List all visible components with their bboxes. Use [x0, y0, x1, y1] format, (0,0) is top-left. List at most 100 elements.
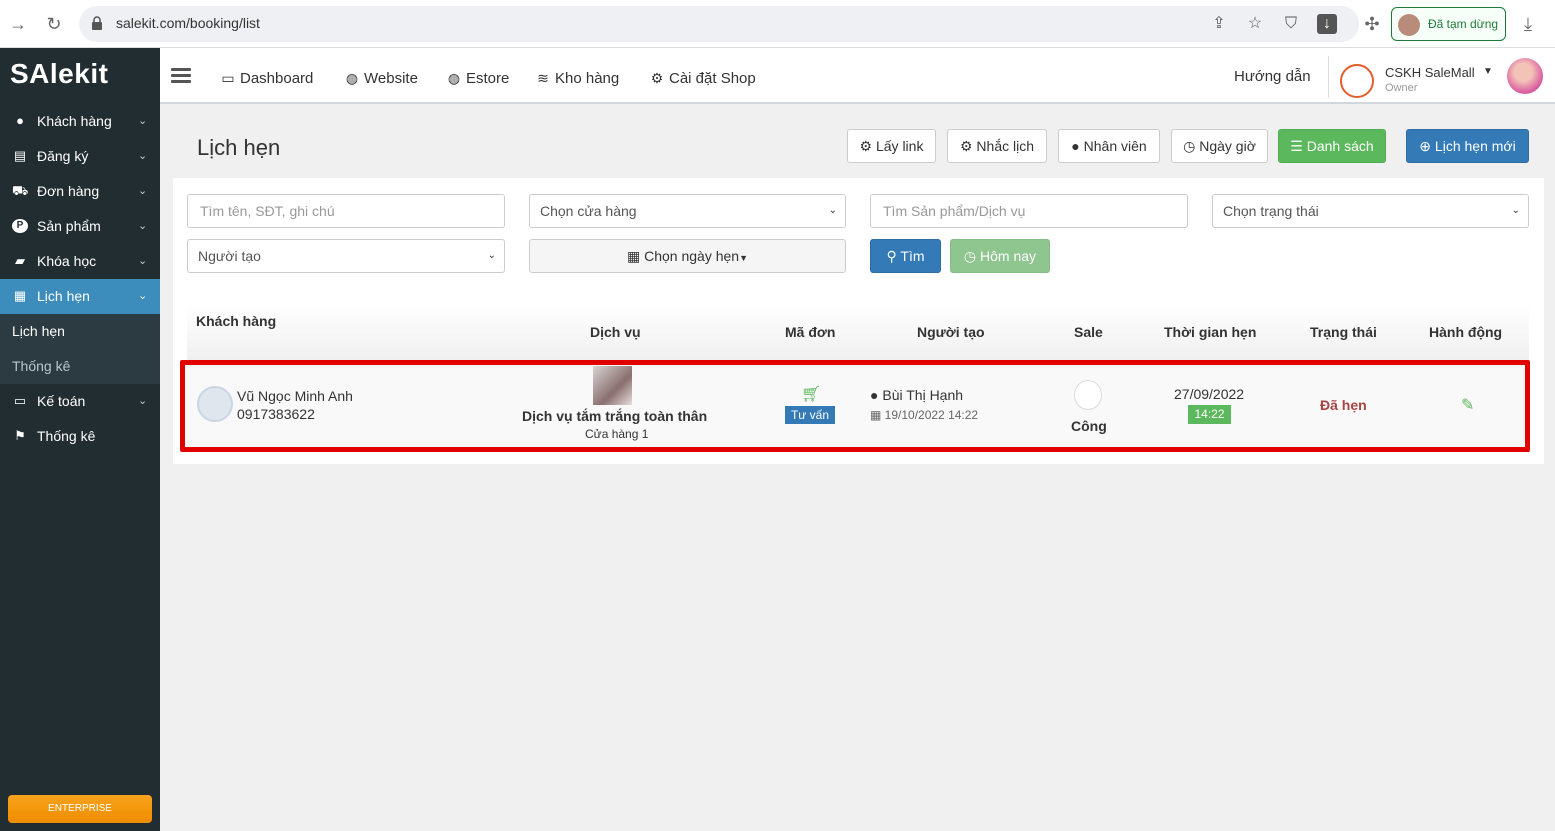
select-value: Chọn trạng thái — [1223, 203, 1319, 219]
sidebar-item-products[interactable]: P Sản phẩm ⌄ — [0, 209, 160, 244]
share-icon[interactable]: ⇪ — [1209, 14, 1229, 34]
button-label: Hôm nay — [980, 248, 1037, 264]
reload-icon[interactable]: ↻ — [42, 12, 66, 36]
monitor-icon: ▭ — [221, 70, 235, 86]
sidebar-item-statistics[interactable]: ⚑ Thống kê — [0, 419, 160, 454]
sidebar: SAlekit ● Khách hàng ⌄ ▤ Đăng ký ⌄ ⛟ Đơn… — [0, 48, 160, 831]
status-select[interactable]: Chọn trạng thái ⌄ — [1212, 194, 1529, 228]
get-link-button[interactable]: ⚙ Lấy link — [847, 129, 936, 163]
list-view-button[interactable]: ☰ Danh sách — [1278, 129, 1386, 163]
col-header-order: Mã đơn — [785, 324, 836, 340]
date-picker-button[interactable]: ▦ Chọn ngày hẹn▼ — [529, 239, 846, 273]
product-search-input[interactable]: Tìm Sản phẩm/Dịch vụ — [870, 194, 1188, 228]
topnav-shop-settings[interactable]: ⚙ Cài đặt Shop — [649, 70, 756, 87]
select-value: Chọn cửa hàng — [540, 203, 637, 219]
gear-icon: ⚙ — [650, 70, 664, 86]
profile-avatar — [1398, 14, 1420, 36]
button-label: Tìm — [900, 248, 925, 264]
sidebar-item-appointments[interactable]: ▦ Lịch hẹn ⌄ — [0, 279, 160, 314]
globe-icon: ◍ — [447, 70, 461, 86]
date-label: Chọn ngày hẹn — [644, 248, 740, 264]
sidebar-item-label: Khóa học — [37, 253, 97, 269]
star-icon[interactable]: ☆ — [1245, 14, 1265, 34]
topnav-label: Cài đặt Shop — [669, 70, 756, 87]
button-label: Nhân viên — [1083, 138, 1147, 154]
datetime-button[interactable]: ◷ Ngày giờ — [1171, 129, 1268, 163]
globe-icon: ◍ — [345, 70, 359, 86]
search-icon: ⚲ — [886, 248, 901, 264]
col-header-service: Dịch vụ — [590, 324, 641, 340]
downloads-icon[interactable]: ⤓ — [1516, 12, 1540, 36]
list-icon: ☰ — [1290, 138, 1307, 154]
staff-button[interactable]: ● Nhân viên — [1058, 129, 1160, 163]
button-label: Lấy link — [875, 138, 924, 154]
profile-paused-button[interactable]: Đã tạm dừng — [1391, 7, 1506, 41]
sidebar-subitem-label: Lịch hẹn — [12, 323, 65, 339]
flag-icon: ⚑ — [14, 428, 26, 443]
menu-toggle-icon[interactable] — [171, 68, 191, 84]
user-icon: ● — [1071, 138, 1084, 154]
sidebar-submenu: Lịch hẹn Thống kê — [0, 314, 160, 384]
button-label: Nhắc lịch — [976, 138, 1035, 154]
search-button[interactable]: ⚲ Tìm — [870, 239, 941, 273]
clock-icon: ◷ — [963, 248, 981, 264]
cart-icon: ⛟ — [12, 183, 29, 198]
topnav-dashboard[interactable]: ▭ Dashboard — [220, 70, 313, 87]
sidebar-item-accounting[interactable]: ▭ Kế toán ⌄ — [0, 384, 160, 419]
chevron-down-icon: ⌄ — [138, 185, 148, 197]
sidebar-subitem-label: Thống kê — [12, 358, 71, 374]
guide-link[interactable]: Hướng dẫn — [1234, 68, 1311, 85]
col-header-creator: Người tạo — [917, 324, 985, 340]
address-bar[interactable]: salekit.com/booking/list ⇪ ☆ ⛉ ↓ — [79, 6, 1359, 42]
sidebar-item-label: Đăng ký — [37, 148, 89, 164]
store-select[interactable]: Chọn cửa hàng ⌄ — [529, 194, 846, 228]
sidebar-item-orders[interactable]: ⛟ Đơn hàng ⌄ — [0, 174, 160, 209]
sidebar-item-courses[interactable]: ▰ Khóa học ⌄ — [0, 244, 160, 279]
col-header-sale: Sale — [1074, 324, 1103, 340]
caret-down-icon[interactable]: ▼ — [1483, 66, 1493, 77]
sidebar-item-label: Thống kê — [37, 428, 96, 444]
topnav-label: Website — [364, 70, 418, 87]
sidebar-subitem-stats[interactable]: Thống kê — [0, 349, 160, 384]
calendar-icon: ▦ — [626, 248, 645, 264]
sidebar-item-label: Khách hàng — [37, 113, 112, 129]
sidebar-item-customers[interactable]: ● Khách hàng ⌄ — [0, 104, 160, 139]
chevron-down-icon: ⌄ — [138, 150, 148, 162]
search-input[interactable]: Tìm tên, SĐT, ghi chú — [187, 194, 505, 228]
sidebar-item-label: Đơn hàng — [37, 183, 100, 199]
topnav-estore[interactable]: ◍ Estore — [446, 70, 509, 87]
layers-icon: ≋ — [537, 70, 549, 86]
page-title: Lịch hẹn — [197, 135, 281, 160]
avatar[interactable] — [1507, 58, 1543, 94]
col-header-customer: Khách hàng — [196, 313, 277, 329]
user-icon: ● — [16, 113, 24, 128]
topnav-label: Estore — [466, 70, 510, 87]
topnav-warehouse[interactable]: ≋ Kho hàng — [535, 70, 619, 87]
reminder-button[interactable]: ⚙ Nhắc lịch — [947, 129, 1047, 163]
forward-icon[interactable]: → — [6, 12, 30, 36]
topnav-label: Kho hàng — [555, 70, 620, 87]
shop-name[interactable]: CSKH SaleMall — [1385, 65, 1475, 80]
shield-icon[interactable]: ⛉ — [1281, 14, 1301, 34]
topnav-website[interactable]: ◍ Website — [344, 70, 418, 87]
extensions-icon[interactable]: ✣ — [1360, 12, 1384, 36]
sidebar-subitem-appointments[interactable]: Lịch hẹn — [0, 314, 160, 349]
sidebar-item-registration[interactable]: ▤ Đăng ký ⌄ — [0, 139, 160, 174]
clock-icon: ◷ — [1183, 138, 1200, 154]
sidebar-item-label: Lịch hẹn — [37, 288, 90, 304]
top-navbar: ▭ Dashboard ◍ Website ◍ Estore ≋ Kho hàng ⚙ C… — [160, 48, 1555, 104]
button-label: Danh sách — [1306, 138, 1374, 154]
col-header-time: Thời gian hẹn — [1164, 324, 1257, 340]
shop-logo — [1340, 64, 1374, 98]
creator-select[interactable]: Người tạo ⌄ — [187, 239, 505, 273]
chevron-down-icon: ⌄ — [138, 115, 148, 127]
chevron-down-icon: ⌄ — [138, 290, 148, 302]
highlight-box — [180, 360, 1530, 452]
plus-circle-icon: ⊕ — [1419, 138, 1435, 154]
app-logo[interactable]: SAlekit — [10, 58, 108, 90]
button-label: Ngày giờ — [1199, 138, 1256, 154]
download-arrow-icon[interactable]: ↓ — [1317, 14, 1337, 34]
today-button[interactable]: ◷ Hôm nay — [950, 239, 1050, 273]
new-appointment-button[interactable]: ⊕ Lịch hẹn mới — [1406, 129, 1529, 163]
enterprise-badge[interactable]: ENTERPRISE — [8, 795, 152, 823]
